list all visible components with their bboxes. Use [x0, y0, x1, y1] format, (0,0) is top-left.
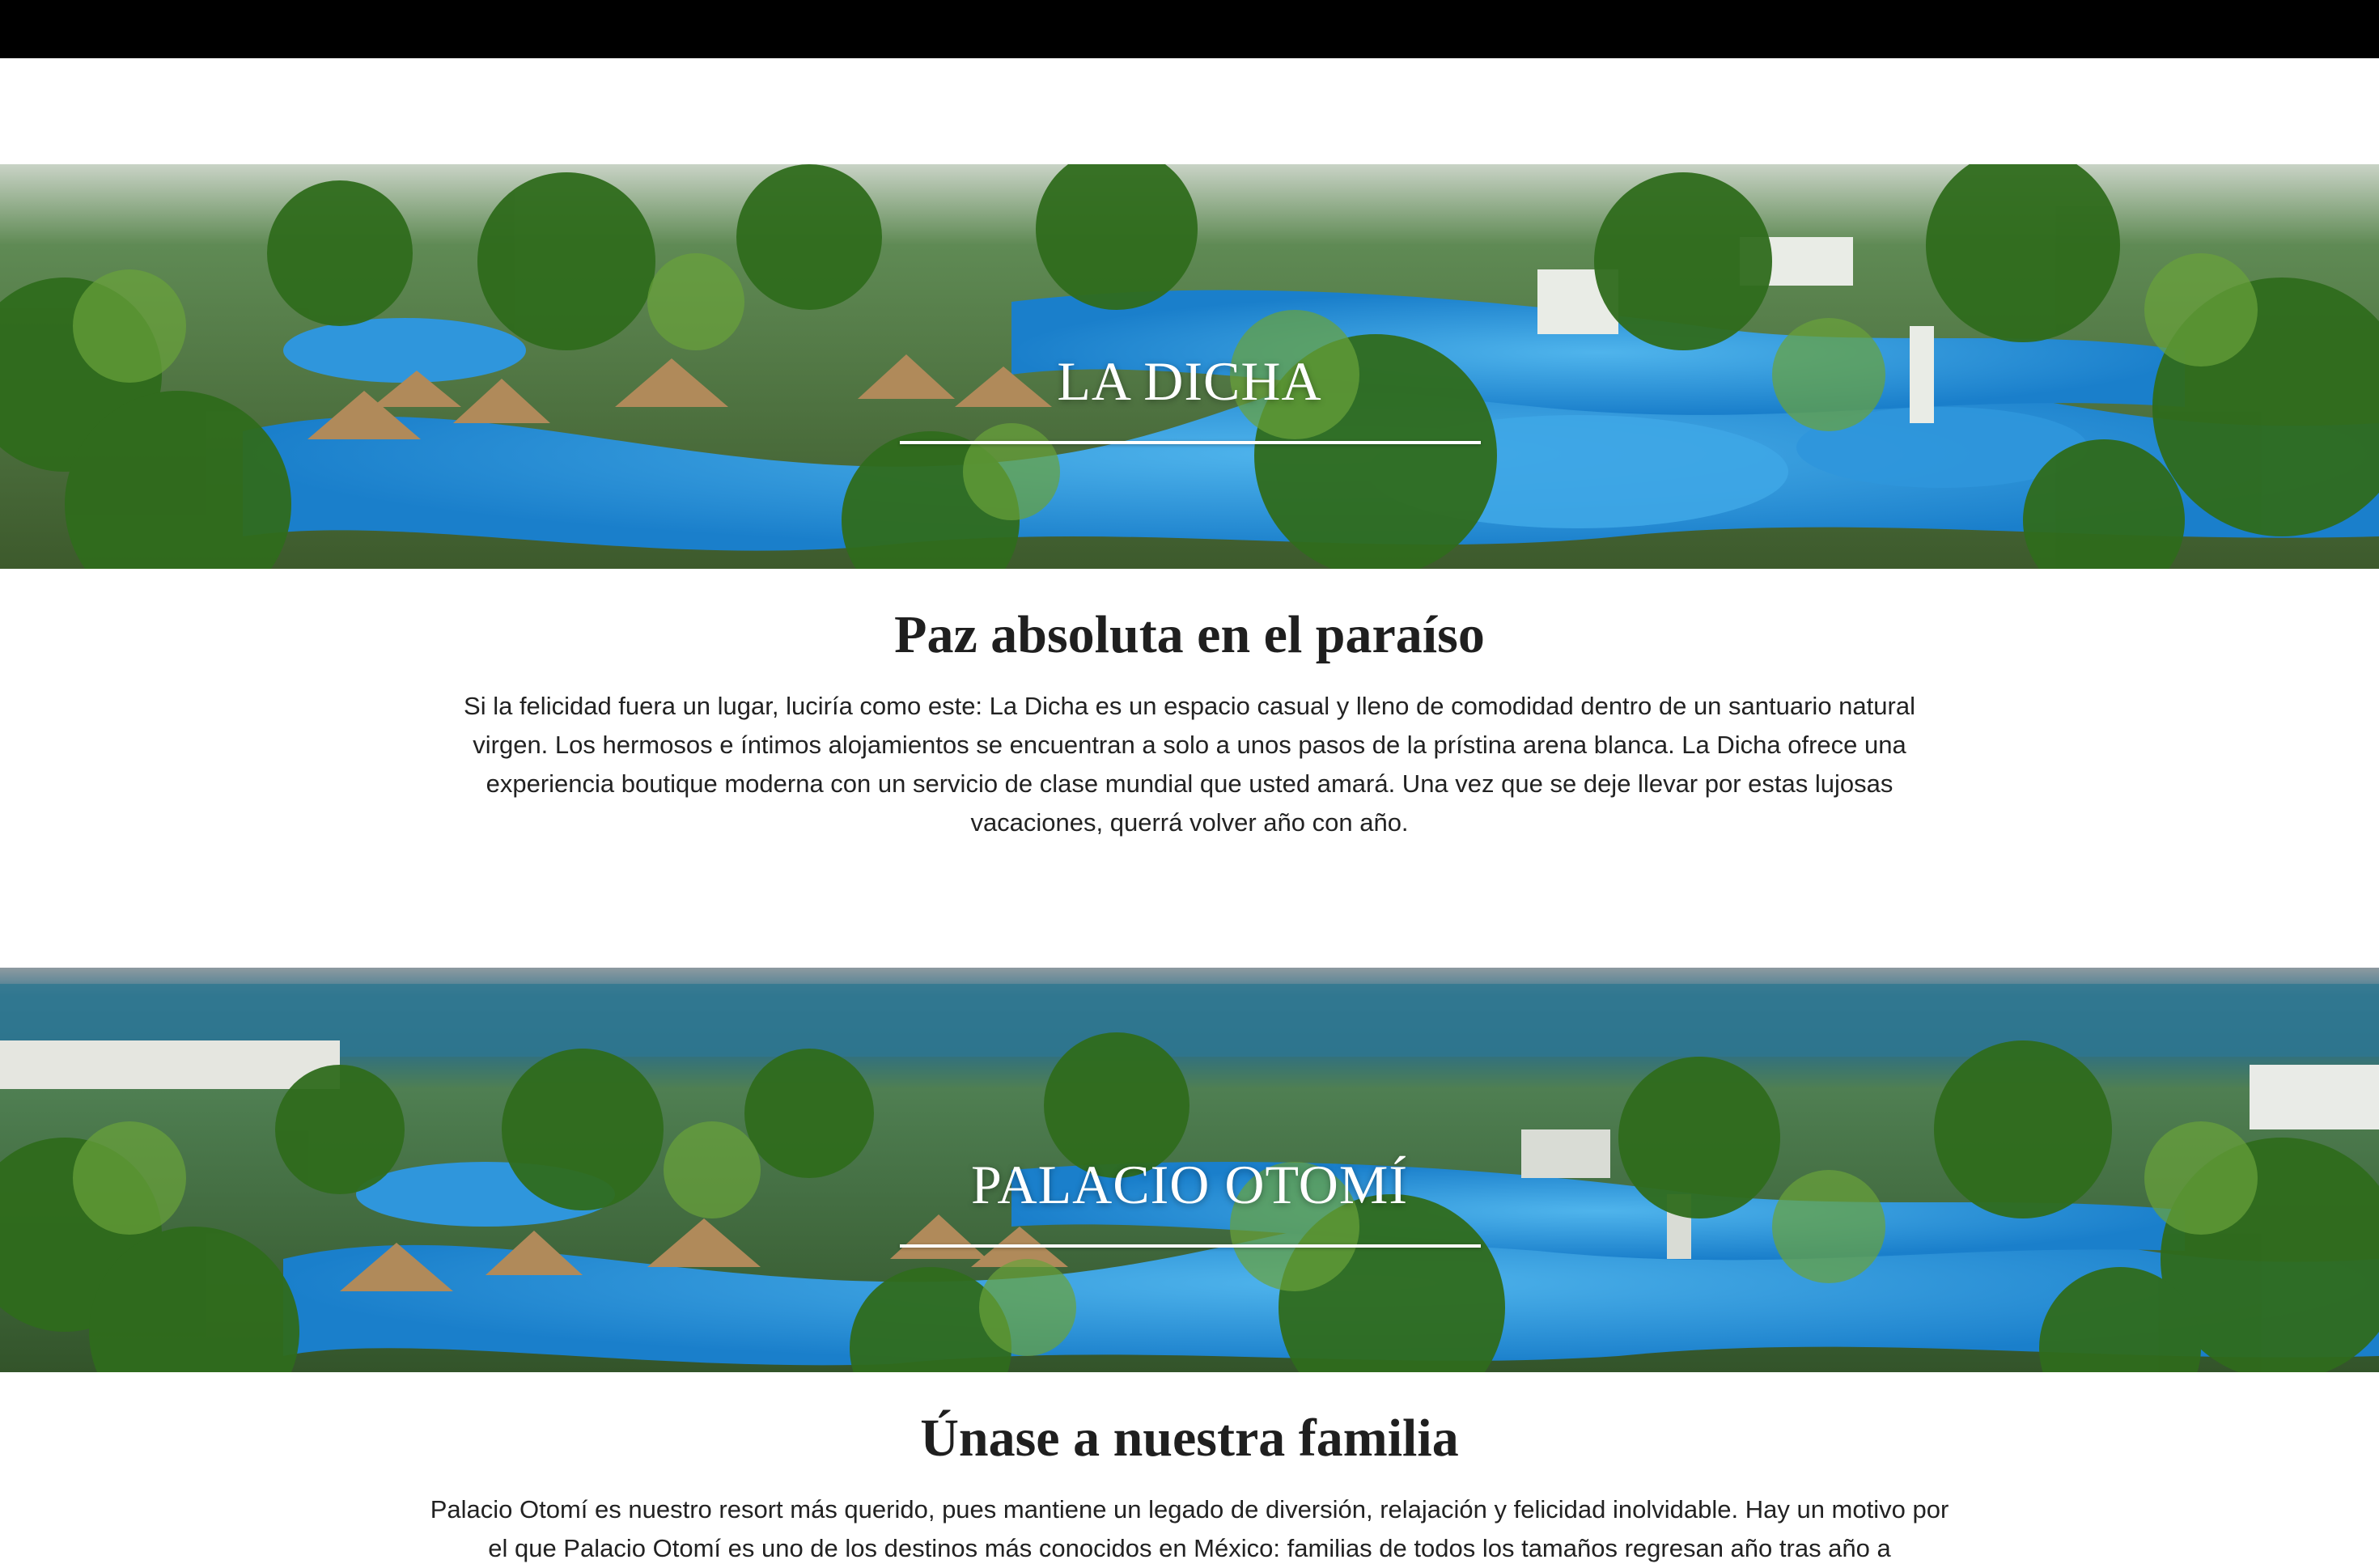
resort-section-la-dicha: LA DICHA Paz absoluta en el paraíso Si l…	[0, 164, 2379, 842]
banner-la-dicha[interactable]: LA DICHA	[0, 164, 2379, 569]
section-heading: Únase a nuestra familia	[920, 1409, 1459, 1468]
banner-divider	[900, 1244, 1481, 1248]
banner-divider	[900, 441, 1481, 444]
banner-title: PALACIO OTOMÍ	[970, 1154, 1409, 1215]
section-description: Si la felicidad fuera un lugar, luciría …	[464, 692, 1915, 837]
banner-title: LA DICHA	[1057, 350, 1322, 412]
resort-section-palacio-otomi: PALACIO OTOMÍ Únase a nuestra familia Pa…	[0, 968, 2379, 1568]
banner-palacio-otomi[interactable]: PALACIO OTOMÍ	[0, 968, 2379, 1372]
top-bar	[0, 0, 2379, 58]
section-heading: Paz absoluta en el paraíso	[894, 605, 1485, 664]
section-description: Palacio Otomí es nuestro resort más quer…	[430, 1495, 1949, 1562]
